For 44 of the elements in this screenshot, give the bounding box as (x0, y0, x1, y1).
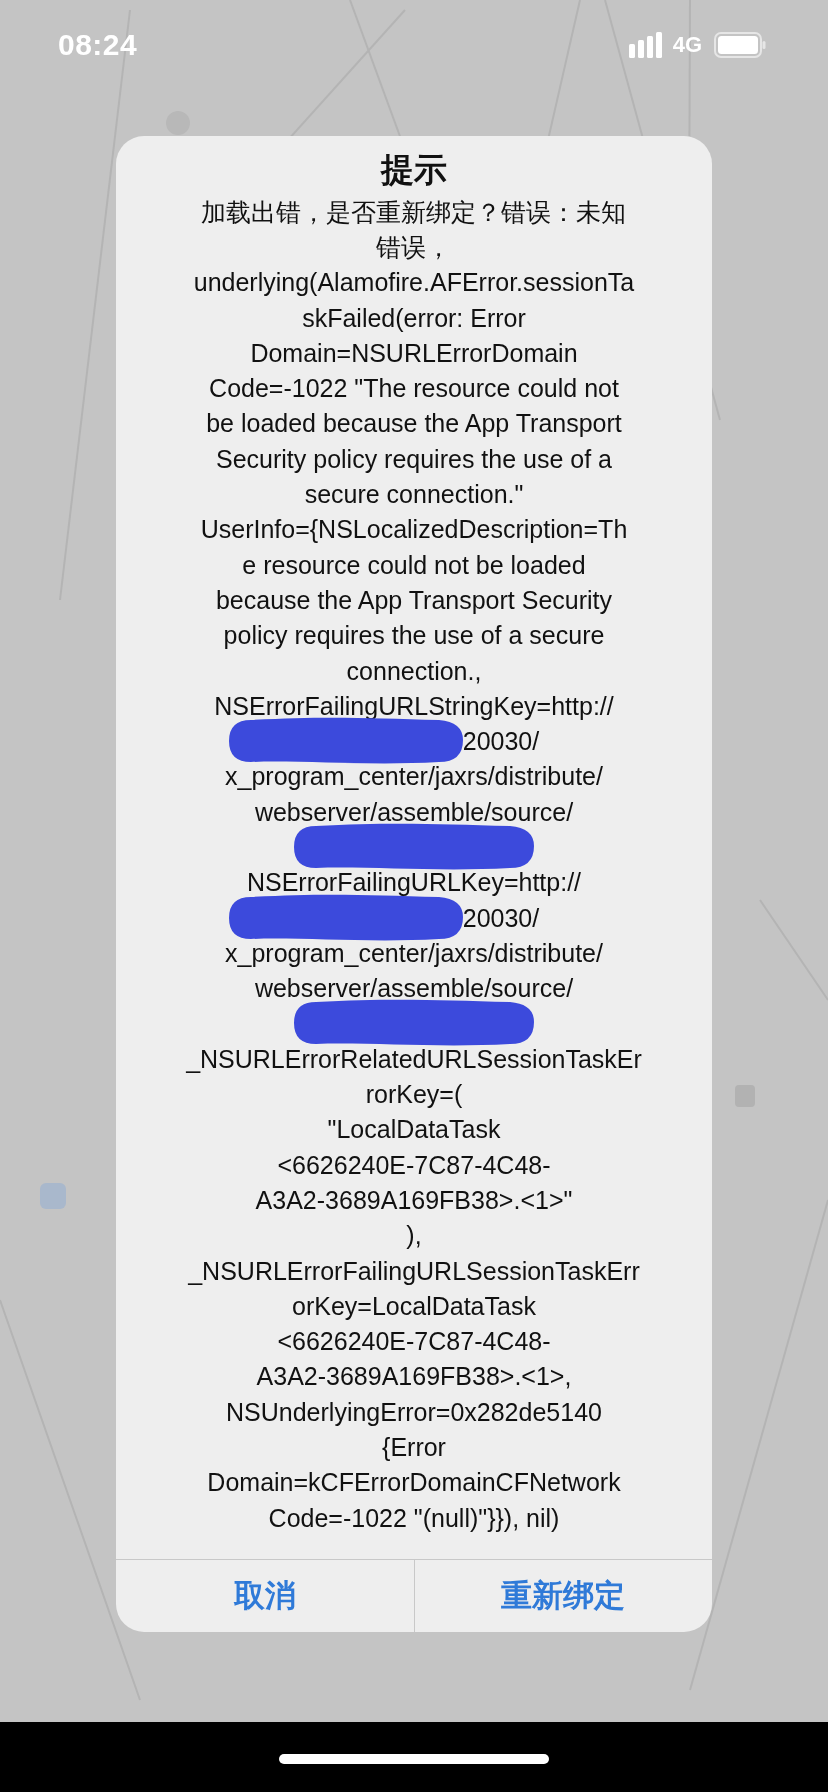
message-line: Security policy requires the use of a (215, 443, 612, 474)
message-line: A3A2-3689A169FB38>.<1>" (255, 1184, 573, 1215)
message-line: be loaded because the App Transport (206, 408, 622, 439)
message-line: 加载出错，是否重新绑定？错误：未知 (201, 196, 627, 227)
message-line: rorKey=( (365, 1079, 463, 1110)
message-line: connection., (346, 655, 482, 686)
message-line: because the App Transport Security (215, 584, 613, 615)
message-line: 20030/ (462, 726, 540, 757)
message-line: x_program_center/jaxrs/distribute/ (225, 761, 603, 792)
alert-button[interactable]: 取消 (116, 1560, 414, 1633)
message-line: Domain=NSURLErrorDomain (250, 337, 578, 368)
message-line: A3A2-3689A169FB38>.<1>, (256, 1361, 572, 1392)
message-line: 20030/ (462, 902, 540, 933)
message-line: policy requires the use of a secure (223, 620, 605, 651)
message-line: "LocalDataTask (327, 1114, 501, 1145)
alert-title: 提示 (381, 150, 447, 190)
message-line: secure connection." (304, 479, 524, 509)
message-line: 错误， (376, 231, 452, 262)
message-line: skFailed(error: Error (302, 302, 526, 333)
message-line: webserver/assemble/source/ (254, 796, 574, 827)
network-label: 4G (672, 32, 702, 58)
message-line: x_program_center/jaxrs/distribute/ (225, 937, 603, 968)
message-line: underlying(Alamofire.AFError.sessionTa (193, 267, 635, 298)
message-line: _NSURLErrorRelatedURLSessionTaskEr (186, 1043, 642, 1074)
message-line: Domain=kCFErrorDomainCFNetwork (207, 1467, 621, 1498)
message-line: Code=-1022 "(null)"}}), nil) (268, 1502, 560, 1533)
alert-button[interactable]: 重新绑定 (413, 1560, 712, 1633)
message-line: Code=-1022 "The resource could not (209, 373, 619, 404)
message-line: UserInfo={NSLocalizedDescription=Th (200, 514, 628, 545)
message-line: {Error (382, 1432, 446, 1463)
message-line: <6626240E-7C87-4C48- (277, 1326, 551, 1357)
message-line: webserver/assemble/source/ (254, 973, 574, 1004)
message-line: e resource could not be loaded (242, 549, 586, 580)
message-line: NSErrorFailingURLKey=http:// (246, 867, 582, 898)
message-line: NSUnderlyingError=0x282de5140 (226, 1396, 602, 1427)
home-indicator-bar[interactable] (279, 1754, 549, 1764)
battery-icon (714, 32, 766, 58)
message-line: NSErrorFailingURLStringKey=http:// (214, 690, 614, 721)
clock-time: 08:24 (58, 28, 138, 62)
message-line: <6626240E-7C87-4C48- (277, 1149, 551, 1180)
message-line: orKey=LocalDataTask (292, 1290, 536, 1321)
message-line: ), (406, 1220, 422, 1251)
message-line: _NSURLErrorFailingURLSessionTaskErr (188, 1255, 640, 1286)
signal-icon (628, 32, 663, 58)
